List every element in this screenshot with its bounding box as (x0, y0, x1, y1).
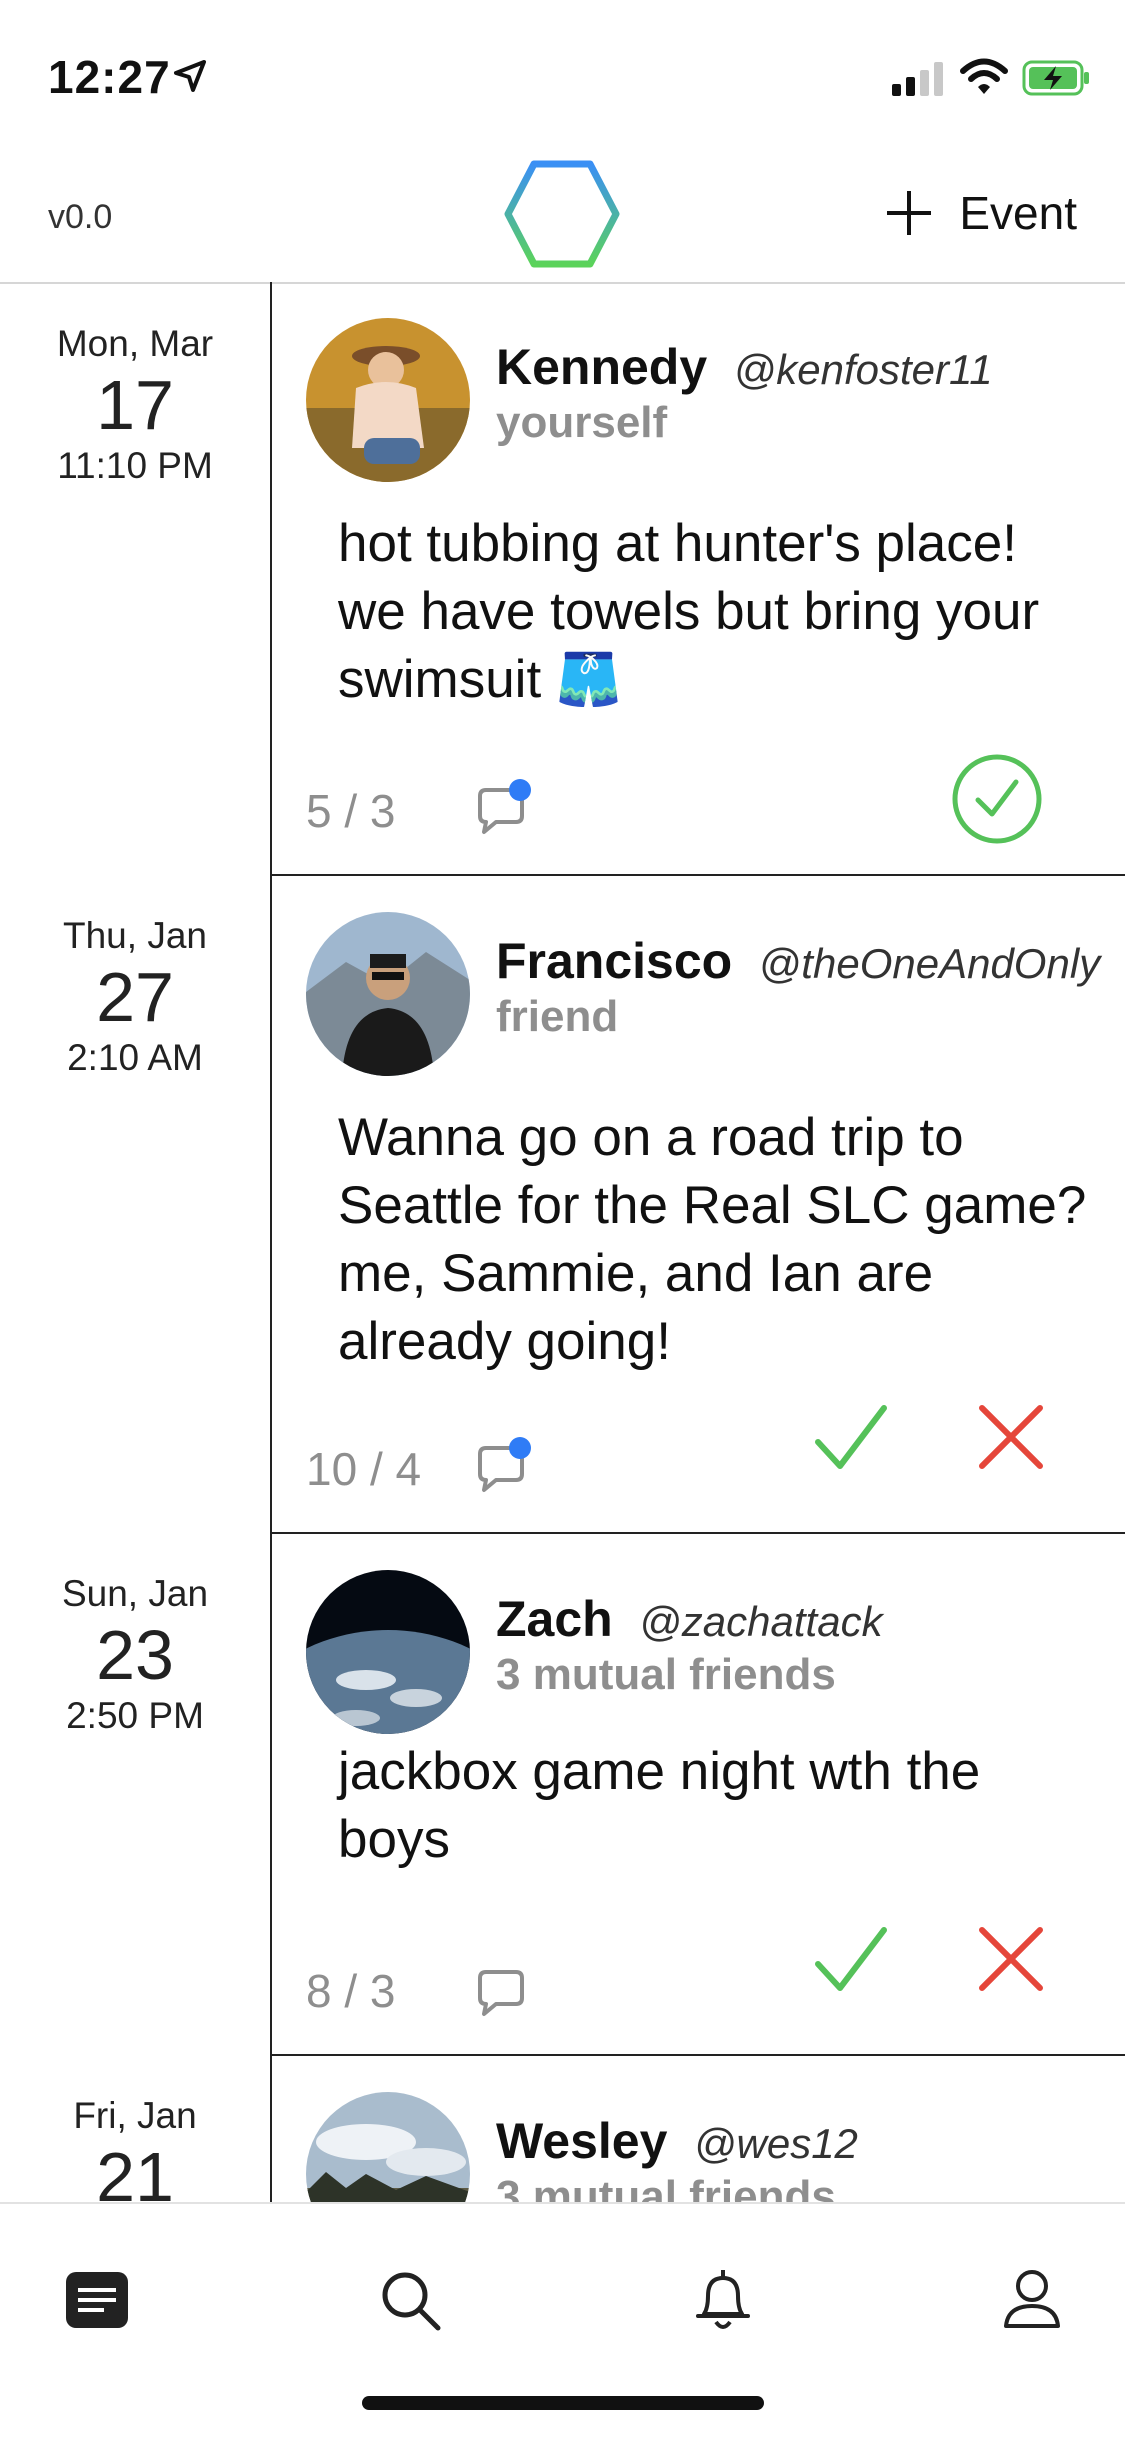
event-date: Mon, Mar 17 11:10 PM (0, 322, 270, 488)
wifi-icon (960, 58, 1008, 94)
cellular-signal-icon (892, 62, 943, 96)
home-indicator (362, 2396, 764, 2410)
event-text: jackbox game night wth the boys (338, 1742, 981, 1869)
date-weekday-month: Sun, Jan (61, 1573, 209, 1614)
date-day: 21 (96, 2138, 174, 2202)
date-time: 2:10 AM (67, 1037, 203, 1078)
search-icon[interactable] (380, 2270, 442, 2332)
add-event-label: Event (959, 187, 1077, 239)
event-feed[interactable]: Mon, Mar 17 11:10 PM Thu, Jan 27 2:10 AM… (0, 282, 1125, 2202)
status-bar: 12:27 (0, 0, 1125, 140)
author-handle[interactable]: @wes12 (694, 2120, 858, 2167)
author-line: Kennedy @kenfoster11 (496, 338, 993, 396)
attendee-count: 10 / 4 (306, 1443, 422, 1495)
author-handle[interactable]: @zachattack (639, 1598, 882, 1645)
accept-check-icon[interactable] (812, 1400, 892, 1480)
add-event-button[interactable]: Event (885, 186, 1077, 240)
event-card[interactable]: Wesley @wes12 3 mutual friends (272, 2056, 1125, 2202)
author-name[interactable]: Kennedy (496, 339, 707, 395)
author-line: Zach @zachattack (496, 1590, 883, 1648)
date-time: 11:10 PM (57, 445, 213, 486)
date-day: 17 (96, 366, 174, 444)
battery-charging-icon (1022, 60, 1089, 96)
relation-label: friend (496, 992, 619, 1041)
feed-icon[interactable] (66, 2272, 128, 2328)
decline-x-icon[interactable] (978, 1404, 1044, 1470)
profile-icon[interactable] (1002, 2268, 1062, 2330)
event-card[interactable]: Kennedy @kenfoster11 yourself hot tubbin… (272, 282, 1125, 876)
event-date: Thu, Jan 27 2:10 AM (0, 914, 270, 1080)
event-date: Sun, Jan 23 2:50 PM (0, 1572, 270, 1738)
avatar[interactable] (306, 912, 470, 1076)
event-card[interactable]: Zach @zachattack 3 mutual friends jackbo… (272, 1534, 1125, 2056)
relation-label: 3 mutual friends (496, 2172, 836, 2202)
date-time: 2:50 PM (66, 1695, 204, 1736)
bell-icon[interactable] (692, 2268, 754, 2334)
version-label: v0.0 (48, 198, 113, 236)
date-weekday-month: Thu, Jan (63, 915, 207, 956)
date-weekday-month: Fri, Jan (73, 2095, 197, 2136)
attendee-count: 5 / 3 (306, 785, 396, 837)
relation-label: 3 mutual friends (496, 1650, 836, 1699)
author-name[interactable]: Francisco (496, 933, 732, 989)
date-column: Mon, Mar 17 11:10 PM Thu, Jan 27 2:10 AM… (0, 282, 272, 2202)
status-time: 12:27 (48, 51, 171, 103)
comment-icon[interactable] (472, 1960, 536, 2024)
author-handle[interactable]: @kenfoster11 (734, 346, 993, 393)
event-date: Fri, Jan 21 (0, 2094, 270, 2202)
relation-label: yourself (496, 398, 668, 447)
accept-check-icon[interactable] (812, 1922, 892, 2002)
going-check-circle-icon[interactable] (950, 752, 1044, 846)
avatar[interactable] (306, 318, 470, 482)
tab-bar (0, 2202, 1125, 2438)
author-name[interactable]: Wesley (496, 2113, 667, 2169)
event-card[interactable]: Francisco @theOneAndOnly friend Wanna go… (272, 876, 1125, 1534)
avatar[interactable] (306, 1570, 470, 1734)
author-name[interactable]: Zach (496, 1591, 613, 1647)
decline-x-icon[interactable] (978, 1926, 1044, 1992)
app-header: v0.0 Event (0, 140, 1125, 284)
comment-icon[interactable] (472, 778, 536, 842)
avatar[interactable] (306, 2092, 470, 2202)
hexagon-logo-icon (504, 160, 620, 268)
date-weekday-month: Mon, Mar (56, 323, 214, 364)
plus-icon (887, 191, 932, 235)
location-arrow-icon (174, 60, 206, 92)
comment-icon[interactable] (472, 1436, 536, 1500)
author-line: Wesley @wes12 (496, 2112, 858, 2170)
attendee-count: 8 / 3 (306, 1965, 396, 2017)
event-text: Wanna go on a road trip to Seattle for t… (338, 1108, 1087, 1371)
author-line: Francisco @theOneAndOnly (496, 932, 1100, 990)
date-day: 23 (96, 1616, 174, 1694)
date-day: 27 (96, 958, 174, 1036)
author-handle[interactable]: @theOneAndOnly (759, 940, 1101, 987)
event-text: hot tubbing at hunter's place! we have t… (338, 514, 1040, 709)
